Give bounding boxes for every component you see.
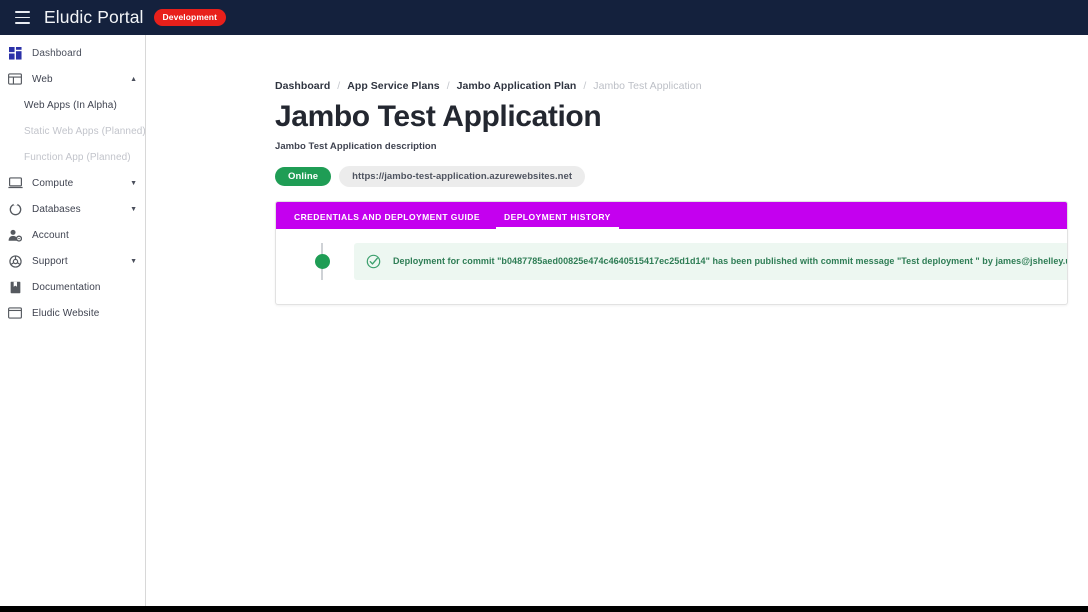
deployment-card: CREDENTIALS AND DEPLOYMENT GUIDE DEPLOYM… — [275, 201, 1068, 305]
breadcrumb-item-app-service-plans[interactable]: App Service Plans — [347, 80, 439, 92]
sidebar-subitem-label: Static Web Apps (Planned) — [24, 125, 146, 137]
breadcrumb: Dashboard / App Service Plans / Jambo Ap… — [275, 80, 1067, 92]
page-description: Jambo Test Application description — [275, 140, 437, 152]
sidebar-subitem-label: Web Apps (In Alpha) — [24, 99, 117, 111]
sidebar-item-label: Compute — [32, 177, 74, 189]
sidebar-item-documentation[interactable]: Documentation — [0, 274, 145, 300]
web-window-icon — [4, 73, 26, 85]
browser-window-icon — [4, 307, 26, 319]
chevron-down-icon[interactable]: ▼ — [130, 180, 137, 187]
deployment-history-panel: Deployment for commit "b0487785aed00825e… — [276, 229, 1067, 304]
chevron-down-icon[interactable]: ▼ — [130, 206, 137, 213]
sidebar-item-databases[interactable]: Databases ▼ — [0, 196, 145, 222]
sidebar-item-label: Account — [32, 229, 69, 241]
breadcrumb-item-current: Jambo Test Application — [593, 80, 702, 92]
status-badge: Online — [275, 166, 332, 186]
site-url-pill[interactable]: https://jambo-test-application.azurewebs… — [339, 165, 586, 187]
breadcrumb-separator: / — [583, 80, 587, 92]
sidebar-nav: Dashboard Web ▲ Web Apps (In Alpha) Stat… — [0, 35, 146, 606]
main-content-area: Dashboard / App Service Plans / Jambo Ap… — [147, 35, 1088, 606]
user-gear-icon — [4, 229, 26, 242]
book-icon — [4, 281, 26, 294]
dashboard-grid-icon — [4, 46, 26, 60]
sidebar-subitem-label: Function App (Planned) — [24, 151, 131, 163]
sidebar-item-eludic-website[interactable]: Eludic Website — [0, 300, 145, 326]
laptop-icon — [4, 177, 26, 189]
status-row: Online https://jambo-test-application.az… — [275, 165, 1067, 187]
sidebar-item-support[interactable]: Support ▼ — [0, 248, 145, 274]
lifebuoy-icon — [4, 254, 26, 268]
check-circle-icon — [366, 254, 381, 269]
tab-credentials-and-deployment-guide[interactable]: CREDENTIALS AND DEPLOYMENT GUIDE — [282, 212, 492, 230]
app-root: Eludic Portal Development Dashboard Web … — [0, 0, 1088, 612]
deployment-entry: Deployment for commit "b0487785aed00825e… — [354, 243, 1068, 280]
brand-title: Eludic Portal — [44, 7, 144, 27]
timeline-dot — [314, 254, 330, 269]
chevron-up-icon[interactable]: ▲ — [130, 76, 137, 83]
deployment-entry-text: Deployment for commit "b0487785aed00825e… — [393, 255, 1068, 266]
sidebar-item-label: Dashboard — [32, 47, 82, 59]
sidebar-item-label: Eludic Website — [32, 307, 100, 319]
breadcrumb-item-dashboard[interactable]: Dashboard — [275, 80, 330, 92]
breadcrumb-separator: / — [337, 80, 341, 92]
sidebar-subitem-function-app: Function App (Planned) — [0, 144, 145, 170]
sidebar-item-label: Documentation — [32, 281, 101, 293]
environment-badge: Development — [153, 9, 227, 26]
chevron-down-icon[interactable]: ▼ — [130, 258, 137, 265]
tab-deployment-history[interactable]: DEPLOYMENT HISTORY — [492, 212, 623, 230]
tab-bar: CREDENTIALS AND DEPLOYMENT GUIDE DEPLOYM… — [276, 202, 1067, 229]
breadcrumb-item-jambo-application-plan[interactable]: Jambo Application Plan — [457, 80, 577, 92]
bottom-bar — [0, 606, 1088, 612]
database-circle-icon — [4, 202, 26, 216]
hamburger-menu-icon[interactable] — [10, 6, 34, 30]
deployment-timeline: Deployment for commit "b0487785aed00825e… — [290, 243, 1067, 280]
sidebar-item-account[interactable]: Account — [0, 222, 145, 248]
sidebar-item-label: Databases — [32, 203, 81, 215]
sidebar-item-compute[interactable]: Compute ▼ — [0, 170, 145, 196]
sidebar-item-web[interactable]: Web ▲ — [0, 66, 145, 92]
sidebar-item-label: Support — [32, 255, 68, 267]
sidebar-item-label: Web — [32, 73, 53, 85]
page-title: Jambo Test Application — [275, 100, 602, 133]
sidebar-subitem-web-apps[interactable]: Web Apps (In Alpha) — [0, 92, 145, 118]
sidebar-subitem-static-web-apps: Static Web Apps (Planned) — [0, 118, 146, 144]
scroll-gutter[interactable] — [1079, 35, 1088, 606]
top-header-bar: Eludic Portal Development — [0, 0, 1088, 35]
sidebar-item-dashboard[interactable]: Dashboard — [0, 40, 145, 66]
breadcrumb-separator: / — [446, 80, 450, 92]
timeline-rail — [290, 243, 354, 280]
content-wrapper: Dashboard / App Service Plans / Jambo Ap… — [147, 35, 1088, 305]
